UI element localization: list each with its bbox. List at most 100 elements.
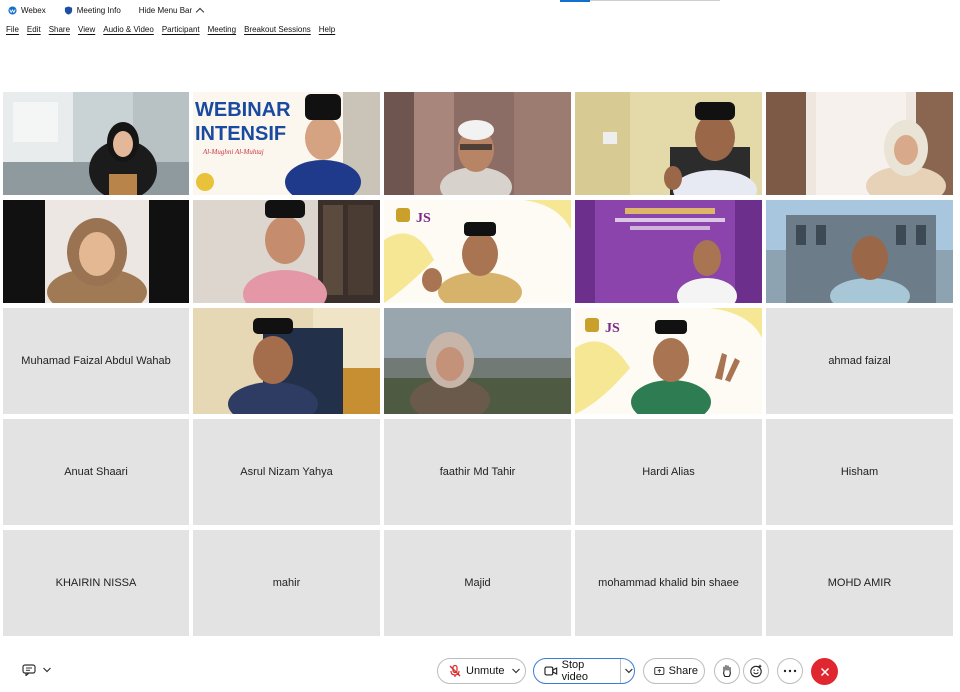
svg-text:JS: JS — [416, 211, 431, 226]
participant-video: JS — [575, 308, 762, 414]
video-tile[interactable] — [766, 200, 953, 303]
menu-view[interactable]: View — [78, 25, 95, 34]
hide-menu-label: Hide Menu Bar — [138, 5, 193, 15]
menu-audio-video[interactable]: Audio & Video — [103, 25, 154, 34]
menu-edit[interactable]: Edit — [27, 25, 41, 34]
video-tile[interactable] — [384, 92, 571, 195]
raise-hand-button[interactable] — [714, 658, 740, 684]
participant-name: Hardi Alias — [642, 466, 695, 478]
participant-grid: WEBINAR INTENSIF Al-Mughni Al-Muhtaj JS … — [3, 92, 955, 636]
video-tile[interactable] — [766, 92, 953, 195]
video-tile[interactable] — [193, 200, 380, 303]
smiley-icon — [750, 664, 762, 678]
shield-icon — [64, 5, 72, 15]
participant-video: JS — [384, 200, 571, 303]
chat-bubble-icon — [22, 664, 36, 676]
participant-name: mahir — [272, 577, 301, 589]
unmute-button[interactable]: Unmute — [437, 658, 526, 684]
participant-tile-no-video[interactable]: mohammad khalid bin shaee — [575, 530, 762, 636]
stop-video-button[interactable]: Stop video — [533, 658, 635, 684]
video-tile[interactable]: WEBINAR INTENSIF Al-Mughni Al-Muhtaj — [193, 92, 380, 195]
unmute-label: Unmute — [466, 665, 505, 677]
stop-video-label: Stop video — [561, 659, 588, 683]
video-tile[interactable]: JS — [384, 200, 571, 303]
menu-share[interactable]: Share — [49, 25, 70, 34]
video-tile[interactable] — [384, 308, 571, 414]
participant-tile-no-video[interactable]: mahir — [193, 530, 380, 636]
participant-video — [766, 200, 953, 303]
close-icon — [820, 667, 829, 676]
share-button[interactable]: Share — [643, 658, 705, 684]
video-tile[interactable] — [3, 92, 189, 195]
video-tile[interactable]: JS — [575, 308, 762, 414]
chevron-up-icon — [195, 7, 205, 16]
video-tile[interactable] — [3, 200, 189, 303]
participant-tile-no-video[interactable]: Hardi Alias — [575, 419, 762, 525]
participant-tile-no-video[interactable]: Muhamad Faizal Abdul Wahab — [3, 308, 189, 414]
participant-video — [3, 92, 189, 195]
webinar-subtitle: INTENSIF — [195, 123, 286, 145]
muted-microphone-icon — [449, 664, 461, 677]
participant-video — [193, 200, 380, 303]
participant-video — [766, 92, 953, 195]
menu-breakout-sessions[interactable]: Breakout Sessions — [244, 25, 311, 34]
meeting-info-label: Meeting Info — [76, 5, 121, 15]
participant-tile-no-video[interactable]: Anuat Shaari — [3, 419, 189, 525]
participant-tile-no-video[interactable]: ahmad faizal — [766, 308, 953, 414]
participant-tile-no-video[interactable]: faathir Md Tahir — [384, 419, 571, 525]
app-name: Webex — [21, 5, 46, 15]
participant-video — [384, 308, 571, 414]
participant-video — [575, 200, 762, 303]
participant-name: KHAIRIN NISSA — [55, 577, 137, 589]
more-options-button[interactable] — [777, 658, 803, 684]
participant-video — [193, 308, 380, 414]
webex-app-button[interactable]: Webex — [8, 6, 46, 15]
participant-tile-no-video[interactable]: Hisham — [766, 419, 953, 525]
participant-video — [384, 92, 571, 195]
participant-video — [575, 92, 762, 195]
participant-name: Majid — [464, 577, 491, 589]
raise-hand-icon — [723, 664, 731, 678]
split-divider — [620, 659, 622, 683]
meeting-controls: Unmute Stop video Share — [0, 652, 960, 692]
captions-button[interactable] — [22, 664, 52, 676]
chevron-down-icon[interactable] — [624, 667, 634, 675]
menu-file[interactable]: File — [6, 25, 19, 34]
video-tile[interactable] — [193, 308, 380, 414]
participant-name: Asrul Nizam Yahya — [240, 466, 333, 478]
video-tile[interactable] — [575, 200, 762, 303]
video-tile[interactable] — [575, 92, 762, 195]
ellipsis-icon — [783, 669, 797, 673]
menu-help[interactable]: Help — [319, 25, 335, 34]
participant-name: mohammad khalid bin shaee — [598, 577, 739, 589]
participant-tile-no-video[interactable]: Asrul Nizam Yahya — [193, 419, 380, 525]
menu-participant[interactable]: Participant — [162, 25, 200, 34]
title-bar: Webex Meeting Info Hide Menu Bar — [0, 0, 960, 20]
svg-text:JS: JS — [605, 321, 620, 336]
participant-tile-no-video[interactable]: KHAIRIN NISSA — [3, 530, 189, 636]
menu-bar: File Edit Share View Audio & Video Parti… — [0, 21, 337, 37]
leave-meeting-button[interactable] — [811, 658, 838, 685]
share-label: Share — [668, 665, 698, 677]
participant-name: Anuat Shaari — [64, 466, 128, 478]
webex-logo-icon — [8, 5, 17, 15]
participant-tile-no-video[interactable]: Majid — [384, 530, 571, 636]
meeting-info-button[interactable]: Meeting Info — [64, 6, 121, 15]
reactions-button[interactable] — [743, 658, 769, 684]
webinar-caption: Al-Mughni Al-Muhtaj — [202, 148, 264, 156]
participant-video: WEBINAR INTENSIF Al-Mughni Al-Muhtaj — [193, 92, 380, 195]
hide-menu-bar-button[interactable]: Hide Menu Bar — [138, 5, 205, 16]
menu-meeting[interactable]: Meeting — [208, 25, 236, 34]
webinar-title: WEBINAR — [195, 99, 291, 121]
participant-name: Hisham — [840, 466, 879, 478]
video-camera-icon — [544, 666, 558, 676]
chevron-down-icon[interactable] — [511, 667, 521, 675]
participant-name: faathir Md Tahir — [439, 466, 516, 478]
participant-name: Muhamad Faizal Abdul Wahab — [21, 355, 171, 367]
chevron-down-icon — [43, 667, 51, 673]
share-screen-icon — [654, 667, 665, 675]
participant-tile-no-video[interactable]: MOHD AMIR — [766, 530, 953, 636]
participant-name: ahmad faizal — [828, 355, 891, 367]
participant-name: MOHD AMIR — [827, 577, 892, 589]
participant-video — [3, 200, 189, 303]
